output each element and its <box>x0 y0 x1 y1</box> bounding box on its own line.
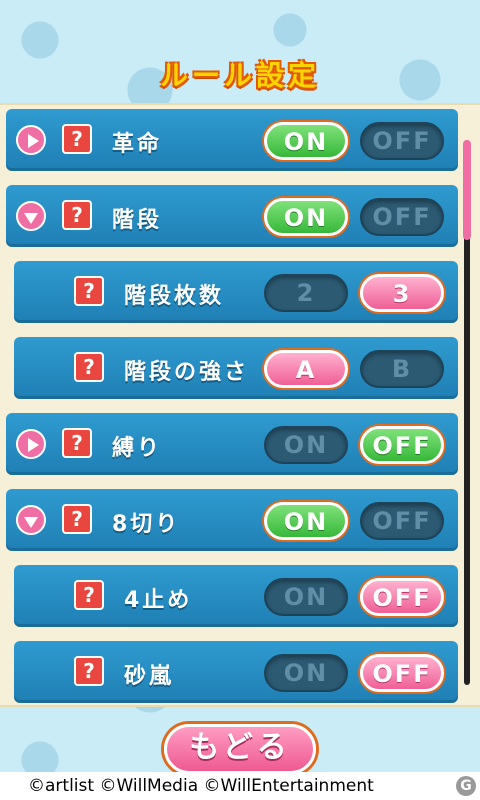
off-button[interactable]: OFF <box>360 578 444 616</box>
rule-label: 縛り <box>112 436 163 461</box>
off-button[interactable]: OFF <box>360 502 444 540</box>
scrollbar[interactable] <box>463 140 471 685</box>
help-icon[interactable]: ? <box>62 504 92 534</box>
back-button[interactable]: もどる <box>164 724 316 774</box>
rules-list[interactable]: ? 革命 ON OFF ? 階段 ON OFF ? 階段枚数 2 3 ? 階段の… <box>0 103 480 707</box>
scrollbar-thumb[interactable] <box>463 140 471 240</box>
rule-row-stairs-count: ? 階段枚数 2 3 <box>14 261 458 323</box>
expand-arrow-icon[interactable] <box>16 429 46 459</box>
rule-row-eight-cut: ? 8切り ON OFF <box>6 489 458 551</box>
rule-row-four-stop: ? 4止め ON OFF <box>14 565 458 627</box>
help-icon[interactable]: ? <box>74 580 104 610</box>
collapse-arrow-icon[interactable] <box>16 201 46 231</box>
on-button[interactable]: ON <box>264 502 348 540</box>
expand-arrow-icon[interactable] <box>16 125 46 155</box>
help-icon[interactable]: ? <box>62 200 92 230</box>
rule-label: 4止め <box>124 588 193 613</box>
rule-row-revolution: ? 革命 ON OFF <box>6 109 458 171</box>
collapse-arrow-icon[interactable] <box>16 505 46 535</box>
help-icon[interactable]: ? <box>62 428 92 458</box>
rule-label: 階段 <box>112 208 163 233</box>
copyright-text: ©artlist ©WillMedia ©WillEntertainment <box>0 772 480 800</box>
help-icon[interactable]: ? <box>74 352 104 382</box>
help-icon[interactable]: ? <box>74 656 104 686</box>
option-3-button[interactable]: 3 <box>360 274 444 312</box>
off-button[interactable]: OFF <box>360 426 444 464</box>
off-button[interactable]: OFF <box>360 654 444 692</box>
off-button[interactable]: OFF <box>360 198 444 236</box>
on-button[interactable]: ON <box>264 578 348 616</box>
option-a-button[interactable]: A <box>264 350 348 388</box>
help-icon[interactable]: ? <box>74 276 104 306</box>
on-button[interactable]: ON <box>264 654 348 692</box>
option-b-button[interactable]: B <box>360 350 444 388</box>
rule-label: 階段枚数 <box>124 284 225 309</box>
rule-row-binding: ? 縛り ON OFF <box>6 413 458 475</box>
rule-row-sandstorm: ? 砂嵐 ON OFF <box>14 641 458 703</box>
rule-row-stairs-strength: ? 階段の強さ A B <box>14 337 458 399</box>
site-logo-icon: G <box>456 776 476 796</box>
help-icon[interactable]: ? <box>62 124 92 154</box>
rule-label: 階段の強さ <box>124 360 250 385</box>
on-button[interactable]: ON <box>264 198 348 236</box>
rule-label: 8切り <box>112 512 181 537</box>
on-button[interactable]: ON <box>264 122 348 160</box>
off-button[interactable]: OFF <box>360 122 444 160</box>
rule-label: 砂嵐 <box>124 664 175 689</box>
rule-row-stairs: ? 階段 ON OFF <box>6 185 458 247</box>
rule-label: 革命 <box>112 132 163 157</box>
page-title: ルール設定 <box>159 59 320 92</box>
on-button[interactable]: ON <box>264 426 348 464</box>
option-2-button[interactable]: 2 <box>264 274 348 312</box>
